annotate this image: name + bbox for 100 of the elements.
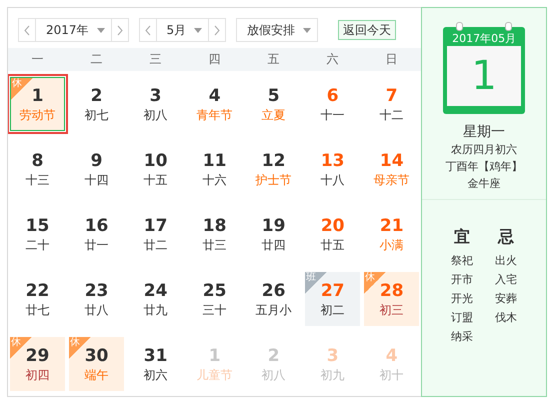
day-cell[interactable]: 16 廿一 — [69, 206, 124, 260]
day-cell[interactable]: 8 十三 — [10, 142, 66, 196]
chevron-left-icon — [144, 24, 151, 36]
avoid-title: 忌 — [498, 226, 514, 248]
day-number: 14 — [380, 150, 404, 172]
day-cell[interactable]: 10 十五 — [128, 142, 184, 196]
day-number: 3 — [326, 344, 339, 366]
day-cell[interactable]: 7 十二 — [364, 76, 420, 130]
ring-icon — [505, 22, 512, 31]
suitable-item: 纳采 — [451, 329, 474, 345]
suitable-title: 宜 — [454, 226, 470, 248]
day-cell[interactable]: 25 三十 — [187, 272, 242, 326]
day-number: 10 — [144, 150, 168, 172]
weekday-label: 五 — [266, 51, 281, 68]
day-number: 4 — [208, 84, 221, 106]
ganzhi-year-text: 丁酉年【鸡年】 — [446, 159, 523, 175]
day-number: 25 — [202, 280, 226, 302]
day-cell[interactable]: 31 初六 — [128, 336, 184, 390]
holiday-badge: 休 — [11, 78, 34, 100]
weekday-label: 日 — [384, 51, 399, 68]
lunar-date: 廿五 — [320, 236, 345, 252]
chevron-right-icon — [116, 24, 123, 36]
lunar-date: 三十 — [202, 302, 227, 318]
avoid-item: 入宅 — [495, 272, 518, 288]
day-cell[interactable]: 15 二十 — [10, 206, 66, 260]
day-number: 2 — [90, 84, 102, 106]
day-cell[interactable]: 26 五月小 — [246, 272, 302, 326]
lunar-date: 儿童节 — [196, 366, 233, 382]
weekday-label: 四 — [208, 51, 222, 68]
calendar-day: 1 — [471, 56, 497, 96]
lunar-date: 初四 — [26, 366, 50, 382]
weekday-label: 六 — [326, 51, 340, 68]
day-number: 5 — [268, 84, 280, 106]
day-number: 18 — [202, 214, 226, 236]
day-number: 15 — [26, 214, 50, 236]
day-number: 13 — [320, 150, 344, 172]
calendar-month: 2017年05月 — [452, 31, 516, 46]
day-cell[interactable]: 23 廿八 — [69, 272, 124, 326]
day-cell[interactable]: 13 十八 — [305, 142, 360, 196]
lunar-date: 母亲节 — [374, 172, 410, 188]
day-number: 3 — [150, 84, 162, 106]
day-cell[interactable]: 22 廿七 — [10, 272, 66, 326]
day-number: 31 — [144, 344, 168, 366]
day-number: 22 — [26, 280, 50, 302]
lunar-date: 十四 — [84, 172, 109, 188]
avoid-item: 伐木 — [495, 310, 518, 326]
day-cell[interactable]: 19 廿四 — [246, 206, 302, 260]
holiday-dropdown[interactable]: 放假安排 — [237, 19, 318, 41]
lunar-date: 廿二 — [144, 236, 168, 252]
avoid-item: 安葬 — [495, 291, 518, 307]
day-cell[interactable]: 18 廿三 — [187, 206, 242, 260]
avoid-item: 出火 — [495, 253, 518, 269]
day-number: 16 — [84, 214, 108, 236]
day-number: 20 — [320, 214, 344, 236]
back-to-today-button[interactable]: 返回今天 — [338, 20, 396, 40]
day-cell[interactable]: 17 廿二 — [128, 206, 184, 260]
day-cell[interactable]: 4 青年节 — [187, 76, 242, 130]
caret-icon — [194, 28, 202, 32]
lunar-date: 立夏 — [262, 106, 286, 122]
lunar-date-text: 农历四月初六 — [451, 142, 518, 158]
day-cell[interactable]: 3 初八 — [128, 76, 184, 130]
day-number: 7 — [386, 84, 398, 106]
day-number: 1 — [32, 84, 44, 106]
lunar-date: 五月小 — [256, 302, 292, 318]
lunar-date: 初三 — [380, 302, 404, 318]
lunar-date: 廿四 — [262, 236, 286, 252]
lunar-date: 十二 — [380, 106, 404, 122]
caret-icon — [96, 28, 105, 32]
weekday-label: 二 — [90, 51, 104, 68]
ring-icon — [456, 22, 464, 31]
day-cell[interactable]: 11 十六 — [187, 142, 242, 196]
day-number: 4 — [386, 344, 398, 366]
lunar-date: 十一 — [320, 106, 345, 122]
lunar-date: 劳动节 — [20, 106, 56, 122]
suitable-item: 开市 — [451, 272, 474, 288]
day-number: 8 — [32, 150, 44, 172]
suitable-item: 订盟 — [451, 310, 474, 326]
weekday-text: 星期一 — [463, 123, 506, 141]
day-cell[interactable]: 9 十四 — [69, 142, 124, 196]
day-number: 21 — [380, 214, 404, 236]
chevron-left-icon — [24, 24, 30, 36]
day-number: 24 — [144, 280, 168, 302]
day-cell[interactable]: 2 初七 — [69, 76, 124, 130]
day-cell[interactable]: 12 护士节 — [246, 142, 302, 196]
day-number: 9 — [90, 150, 102, 172]
lunar-date: 廿三 — [202, 236, 227, 252]
day-cell[interactable]: 6 十一 — [305, 76, 360, 130]
suitable-item: 祭祀 — [451, 253, 474, 269]
day-cell[interactable]: 5 立夏 — [246, 76, 302, 130]
day-cell[interactable]: 24 廿九 — [128, 272, 184, 326]
lunar-date: 十五 — [144, 172, 168, 188]
lunar-date: 初十 — [380, 366, 404, 382]
lunar-date: 护士节 — [256, 172, 292, 188]
lunar-date: 青年节 — [196, 106, 233, 122]
day-cell[interactable]: 20 廿五 — [305, 206, 360, 260]
lunar-date: 廿一 — [84, 236, 109, 252]
lunar-date: 小满 — [380, 236, 404, 252]
lunar-date: 十六 — [202, 172, 227, 188]
caret-icon — [303, 28, 312, 32]
lunar-date: 十三 — [26, 172, 50, 188]
